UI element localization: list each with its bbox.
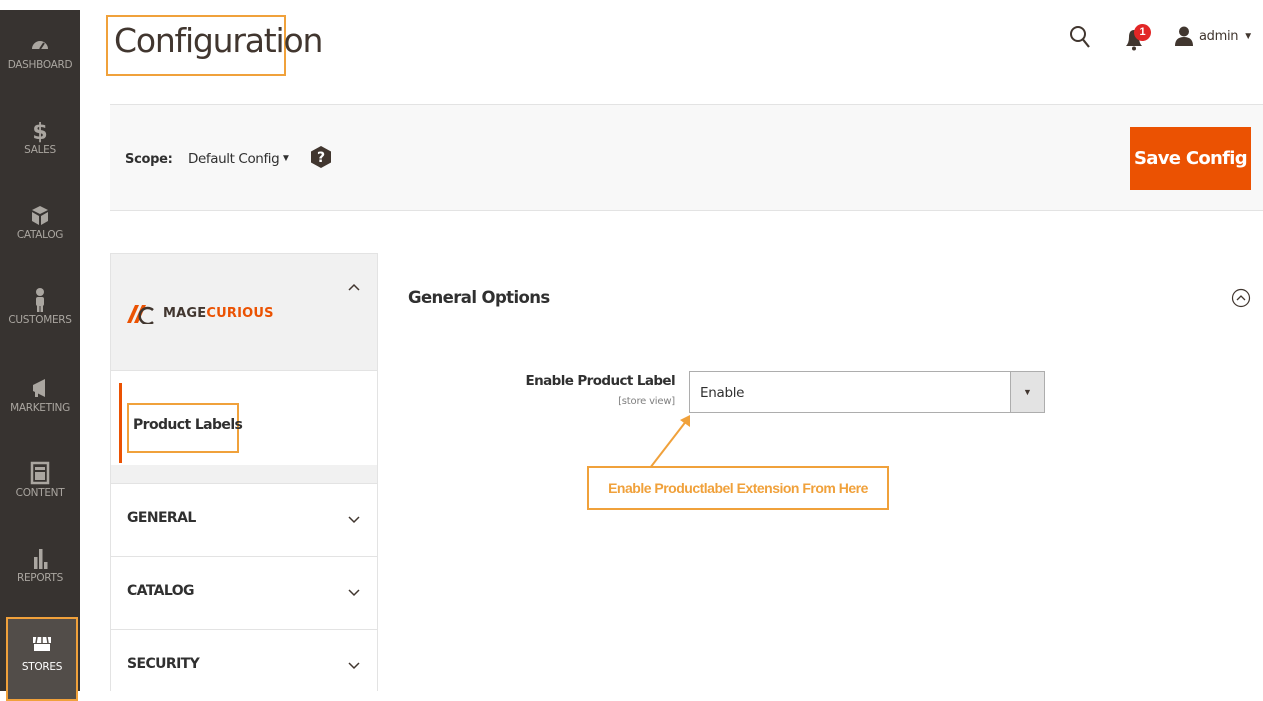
chevron-up-icon (348, 283, 360, 291)
scope-label: Scope: (125, 152, 173, 167)
menu-item-marketing[interactable]: MARKETING (0, 373, 80, 445)
store-icon (33, 636, 51, 651)
section-label: GENERAL (127, 510, 196, 526)
select-value: Enable (700, 385, 745, 401)
svg-text:$: $ (32, 120, 47, 143)
box-icon (32, 206, 48, 225)
scope-switcher[interactable]: Default Config (188, 151, 280, 167)
magecurious-logo-mark (127, 305, 154, 324)
menu-item-catalog[interactable]: CATALOG (0, 200, 80, 272)
menu-label: CONTENT (15, 487, 65, 499)
scope-bar: Scope: Default Config ▼ ? Save Config (110, 104, 1263, 211)
config-tab-magecurious[interactable]: MAGECURIOUS (110, 253, 378, 371)
chevron-down-icon (348, 662, 360, 670)
svg-text:?: ? (317, 150, 325, 166)
user-menu[interactable]: admin ▼ (1175, 24, 1253, 48)
menu-item-dashboard[interactable]: DASHBOARD (0, 30, 80, 102)
person-icon (36, 288, 44, 312)
field-scope-note: [store view] (618, 396, 675, 407)
section-label: SECURITY (127, 656, 200, 672)
config-tab-security[interactable]: SECURITY (110, 629, 378, 691)
menu-label: STORES (21, 661, 63, 673)
help-icon[interactable]: ? (310, 145, 332, 169)
chevron-down-icon: ▼ (1243, 30, 1254, 42)
config-tab-catalog[interactable]: CATALOG (110, 556, 378, 630)
menu-label: DASHBOARD (7, 59, 73, 71)
user-icon (1175, 26, 1193, 46)
config-subnav: Product Labels (110, 371, 378, 465)
dollar-icon: $ (32, 120, 47, 143)
menu-label: CUSTOMERS (8, 314, 72, 326)
megaphone-icon (33, 379, 45, 397)
chevron-down-icon (348, 516, 360, 524)
annotation-arrow (649, 415, 690, 469)
chevron-down-icon[interactable]: ▼ (281, 153, 291, 164)
menu-label: MARKETING (10, 402, 70, 414)
menu-label: CATALOG (16, 229, 64, 241)
section-label: CATALOG (127, 583, 195, 599)
brand-name: MAGECURIOUS (163, 305, 274, 321)
magecurious-logo: MAGECURIOUS (125, 302, 274, 324)
dashboard-icon (32, 41, 48, 50)
layout-icon (30, 461, 50, 485)
config-nav: MAGECURIOUS Product Labels GENERAL CATAL… (110, 253, 378, 691)
select-arrow-icon: ▼ (1010, 372, 1044, 412)
page-title: Configuration (106, 15, 323, 76)
menu-item-stores[interactable]: STORES (6, 617, 78, 701)
collapse-icon[interactable] (1231, 288, 1251, 308)
notifications-button[interactable]: 1 (1123, 24, 1153, 52)
notification-badge: 1 (1134, 24, 1151, 41)
menu-item-customers[interactable]: CUSTOMERS (0, 285, 80, 357)
chevron-down-icon (348, 589, 360, 597)
menu-item-reports[interactable]: REPORTS (0, 543, 80, 615)
save-config-button[interactable]: Save Config (1130, 127, 1251, 190)
annotation-callout: Enable Productlabel Extension From Here (587, 466, 889, 510)
enable-product-label-select[interactable]: Enable ▼ (689, 371, 1045, 413)
user-name: admin (1199, 28, 1239, 44)
menu-label: SALES (24, 144, 56, 156)
admin-menu: DASHBOARD $ SALES CATALOG CUSTOMERS MARK… (0, 0, 80, 701)
section-title[interactable]: General Options (408, 288, 550, 307)
menu-item-sales[interactable]: $ SALES (0, 115, 80, 187)
divider (110, 465, 378, 483)
config-item-product-labels[interactable]: Product Labels (127, 403, 243, 453)
menu-label: REPORTS (16, 572, 64, 584)
search-icon[interactable] (1069, 24, 1091, 50)
menu-item-content[interactable]: CONTENT (0, 458, 80, 530)
config-tab-general[interactable]: GENERAL (110, 483, 378, 557)
bar-chart-icon (34, 549, 48, 569)
active-indicator (119, 383, 122, 463)
field-label: Enable Product Label (525, 373, 675, 389)
